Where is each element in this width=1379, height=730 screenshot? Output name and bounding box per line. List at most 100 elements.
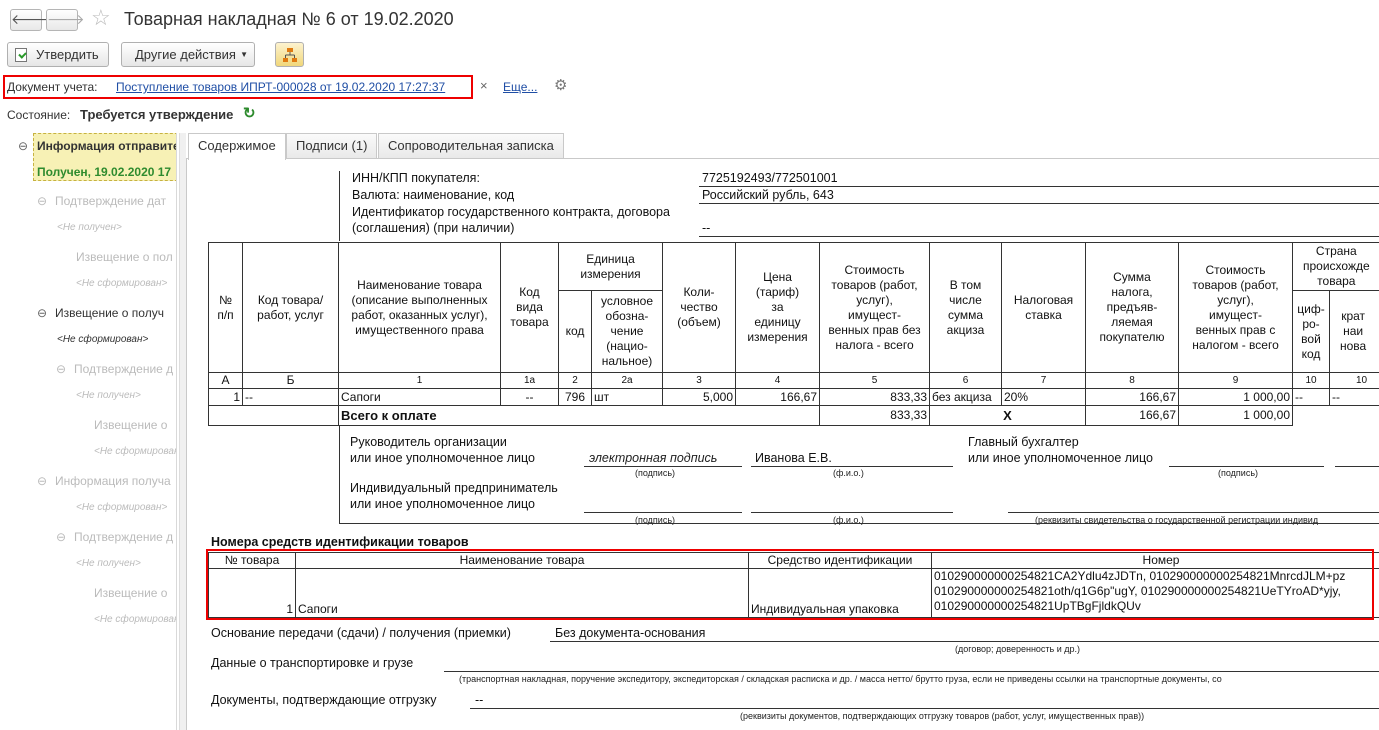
tree-item-notice[interactable]: Извещение о [94,586,167,600]
tree-item-confirm[interactable]: Подтверждение д [74,530,173,544]
doc-account-label: Документ учета: [7,80,98,94]
forward-button[interactable]: 🡒 [46,9,85,31]
tree-item-notice[interactable]: Извещение о пол [76,250,173,264]
doc-account-link[interactable]: Поступление товаров ИПРТ-000028 от 19.02… [116,80,445,94]
refresh-icon[interactable]: ↻ [243,104,256,122]
head-label: Руководитель организации [350,435,507,449]
cell-price: 166,67 [735,388,820,406]
accountant-label-2: или иное уполномоченное лицо [968,451,1154,465]
th-col-num: 1а [500,372,559,389]
tree-item-status: <Не сформирован> [94,614,177,625]
th-price: Цена (тариф) за единицу измерения [735,242,820,373]
th-col-num: А [208,372,243,389]
tree-item-status: <Не сформирован> [57,334,149,345]
collapse-icon[interactable]: ⊖ [18,139,28,153]
cell-num: 1 [208,388,243,406]
contract-label-2: (соглашения) (при наличии) [352,221,515,235]
th-unit: Единица измерения [558,242,663,291]
ident-title: Номера средств идентификации товаров [211,535,469,549]
cell-name: Сапоги [338,388,501,406]
state-label: Состояние: [7,108,71,122]
sign-caption: (подпись) [635,468,676,478]
cell-kind: -- [500,388,559,406]
collapse-icon[interactable]: ⊖ [56,362,66,376]
docs-caption: (реквизиты документов, подтверждающих от… [740,711,1145,721]
th-col-num: 2а [591,372,663,389]
th-col-num: 6 [929,372,1002,389]
tree-item-status: <Не получен> [76,390,141,401]
favorite-star-icon[interactable]: ☆ [91,6,111,30]
fio-caption: (ф.и.о.) [833,468,864,478]
cell-country-code: -- [1292,388,1330,406]
th-col-num: 8 [1085,372,1179,389]
buyer-inn-label: ИНН/КПП покупателя: [352,171,480,185]
approve-button[interactable]: Утвердить [7,42,109,67]
th-country-short: крат наи нова [1329,290,1379,373]
docs-label: Документы, подтверждающие отгрузку [211,693,437,707]
cell-tax: 166,67 [1085,388,1179,406]
th-cost: Стоимость товаров (работ, услуг), имущес… [819,242,930,373]
tree-item-sender-info[interactable]: Информация отправите [37,139,176,153]
collapse-icon[interactable]: ⊖ [37,194,47,208]
th-col-num: 1 [338,372,501,389]
more-link[interactable]: Еще... [503,80,537,94]
th-total: Стоимость товаров (работ, услуг), имущес… [1178,242,1293,373]
ident-table-highlight [206,549,1374,620]
th-country-code: циф- ро- вой код [1292,290,1330,373]
th-col-num: 3 [662,372,736,389]
back-button[interactable]: 🡐 [10,9,49,31]
collapse-icon[interactable]: ⊖ [37,474,47,488]
th-unit-name: условное обозна- чение (нацио- нальное) [591,290,663,373]
collapse-icon[interactable]: ⊖ [56,530,66,544]
tree-item-receipt-notice[interactable]: Извещение о получ [55,306,164,320]
tree-item-status: <Не получен> [76,558,141,569]
e-signature: электронная подпись [589,451,718,465]
transport-caption: (транспортная накладная, поручение экспе… [459,674,1222,684]
total-x: X [929,405,1086,426]
tree-item-notice[interactable]: Извещение о [94,418,167,432]
tree-scrollbar[interactable] [179,133,186,730]
other-actions-dropdown[interactable]: Другие действия ▼ [121,42,255,67]
arrow-left-icon: 🡐 [11,11,49,27]
buyer-inn-value: 7725192493/772501001 [702,171,838,185]
contract-value: -- [702,221,711,235]
cell-rate: 20% [1001,388,1086,406]
docs-value: -- [475,693,484,707]
cell-code: -- [242,388,339,406]
ip-label: Индивидуальный предприниматель [350,481,558,495]
head-name: Иванова Е.В. [755,451,832,465]
tab-content[interactable]: Содержимое [188,133,286,160]
tree-item-date-confirm[interactable]: Подтверждение дат [55,194,166,208]
tree-item-status: <Не сформирован> [94,446,177,457]
tab-signatures[interactable]: Подписи (1) [286,133,378,158]
clear-link-icon[interactable]: × [480,78,488,93]
arrow-right-icon: 🡒 [47,11,85,27]
tab-cover-note[interactable]: Сопроводительная записка [378,133,564,158]
th-col-num: 2 [558,372,592,389]
th-code: Код товара/ работ, услуг [242,242,339,373]
total-tax: 166,67 [1085,405,1179,426]
th-country: Страна происхожде товара [1292,242,1379,291]
cell-total: 1 000,00 [1178,388,1293,406]
tree-item-status: <Не получен> [57,222,122,233]
tree-item-status: Получен, 19.02.2020 17 [37,165,172,179]
state-value: Требуется утверждение [80,107,234,122]
collapse-icon[interactable]: ⊖ [37,306,47,320]
tree-item-confirm[interactable]: Подтверждение д [74,362,173,376]
transport-label: Данные о транспортировке и грузе [211,656,414,670]
total-sum: 1 000,00 [1178,405,1293,426]
cell-country-short: -- [1329,388,1379,406]
settings-gear-icon[interactable]: ⚙ [554,76,567,94]
th-col-num: 7 [1001,372,1086,389]
document-view: ИНН/КПП покупателя: 7725192493/772501001… [186,158,1379,730]
th-col-num: 10 [1292,372,1330,389]
structure-button[interactable] [275,42,304,67]
contract-label: Идентификатор государственного контракта… [352,205,670,219]
cell-qty: 5,000 [662,388,736,406]
tree-item-receiver-info[interactable]: Информация получа [55,474,171,488]
tree-item-status: <Не сформирован> [76,502,168,513]
th-col-num: 9 [1178,372,1293,389]
basis-caption: (договор; доверенность и др.) [955,644,1081,654]
th-excise: В том числе сумма акциза [929,242,1002,373]
basis-value: Без документа-основания [555,626,706,640]
